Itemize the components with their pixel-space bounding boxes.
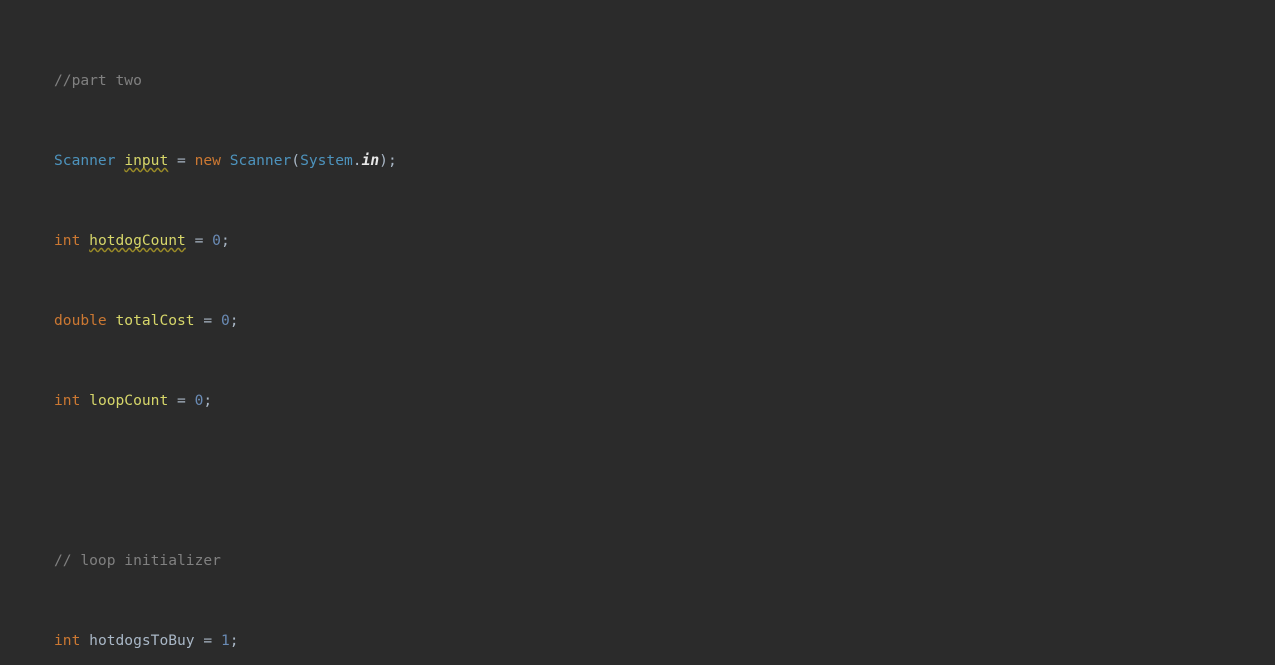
class-token-scanner: Scanner: [54, 152, 116, 169]
keyword-token-int: int: [54, 392, 81, 409]
comment-token: // loop initializer: [54, 552, 221, 569]
number-token: 1: [220, 632, 230, 649]
code-text-area[interactable]: //part two Scanner input = new Scanner(S…: [0, 11, 1275, 665]
punct-token: ;: [229, 632, 239, 649]
code-editor-viewport[interactable]: //part two Scanner input = new Scanner(S…: [0, 0, 1275, 665]
number-token: 0: [220, 312, 230, 329]
code-line[interactable]: Scanner input = new Scanner(System.in);: [0, 151, 1275, 171]
keyword-token-int: int: [54, 232, 81, 249]
operator-token: =: [168, 152, 195, 169]
code-line[interactable]: double totalCost = 0;: [0, 311, 1275, 331]
class-token-scanner-ctor: Scanner: [229, 152, 292, 169]
identifier-token-input: input: [124, 152, 169, 169]
code-line[interactable]: // loop initializer: [0, 551, 1275, 571]
keyword-token-new: new: [194, 152, 221, 169]
comment-token: //part two: [54, 72, 142, 89]
keyword-token-int: int: [54, 632, 81, 649]
punct-token: ;: [229, 312, 239, 329]
punct-token: .: [352, 152, 362, 169]
code-line-blank[interactable]: [0, 471, 1275, 491]
class-token-system: System: [300, 152, 353, 169]
punct-token: ;: [220, 232, 230, 249]
punct-token: (: [291, 152, 301, 169]
identifier-token-loopcount: loopCount: [89, 392, 169, 409]
code-line[interactable]: int hotdogCount = 0;: [0, 231, 1275, 251]
operator-token: =: [194, 312, 221, 329]
operator-token: =: [194, 632, 221, 649]
code-line[interactable]: //part two: [0, 71, 1275, 91]
keyword-token-double: double: [54, 312, 107, 329]
identifier-token-hotdogcount: hotdogCount: [89, 232, 186, 249]
operator-token: =: [185, 232, 213, 249]
punct-token: ;: [203, 392, 213, 409]
identifier-token-hotdogstobuy: hotdogsToBuy: [89, 632, 195, 649]
static-token-in: in: [361, 152, 380, 169]
punct-token: );: [379, 152, 397, 169]
code-line[interactable]: int loopCount = 0;: [0, 391, 1275, 411]
identifier-token-totalcost: totalCost: [115, 312, 195, 329]
operator-token: =: [168, 392, 195, 409]
code-line[interactable]: int hotdogsToBuy = 1;: [0, 631, 1275, 651]
number-token: 0: [212, 232, 221, 249]
